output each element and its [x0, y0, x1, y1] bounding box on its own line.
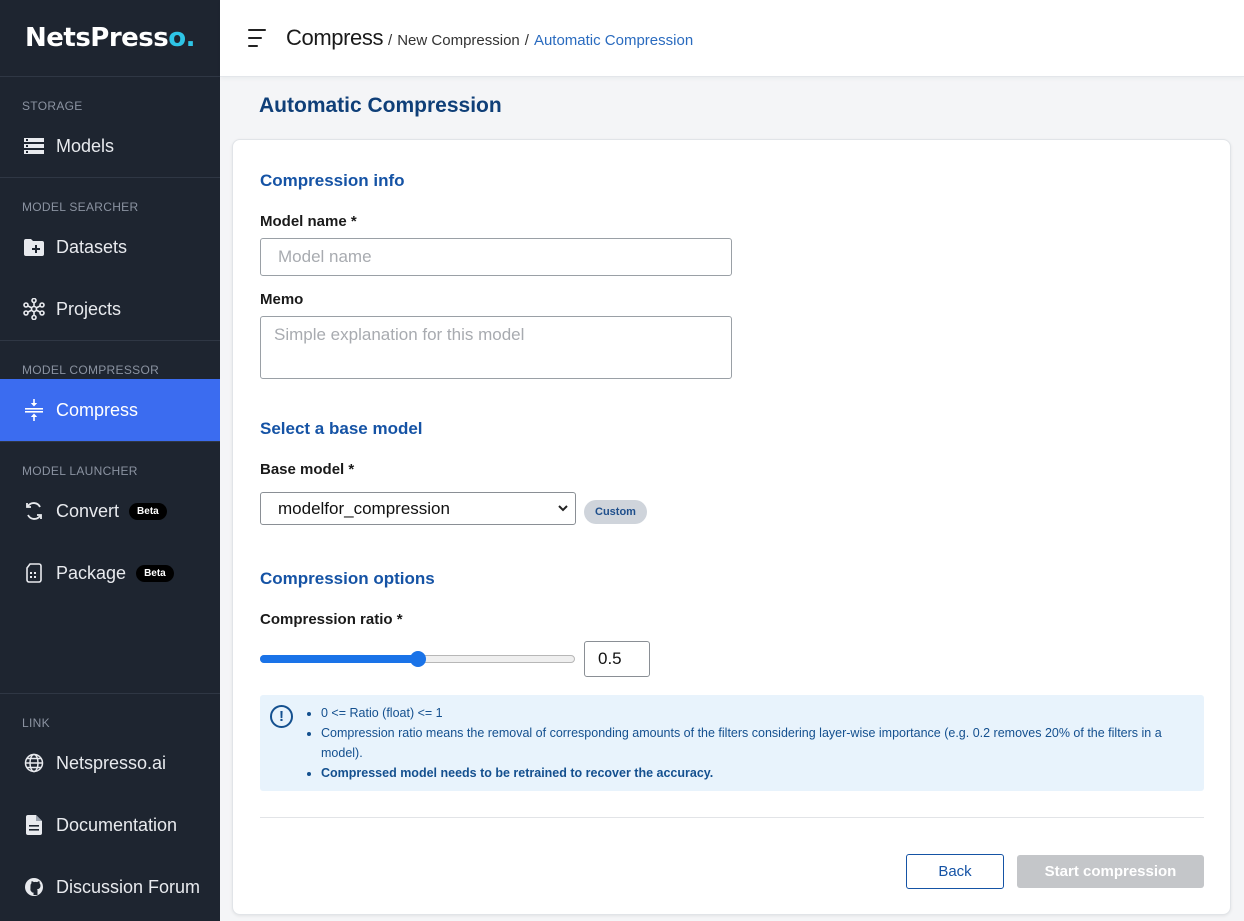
sidebar-item-netspresso-ai[interactable]: Netspresso.ai	[0, 732, 220, 794]
sidebar-section-model-launcher: MODEL LAUNCHER Convert Beta Package Beta	[0, 442, 220, 604]
info-box: ! 0 <= Ratio (float) <= 1 Compression ra…	[260, 695, 1204, 791]
page-title: Automatic Compression	[259, 94, 502, 117]
model-name-label: Model name *	[260, 213, 357, 230]
beta-badge: Beta	[129, 502, 167, 520]
breadcrumb-compress[interactable]: Compress	[286, 25, 383, 51]
base-model-selected-value: modelfor_compression	[278, 498, 450, 518]
compression-ratio-label: Compression ratio *	[260, 611, 403, 628]
section-title: STORAGE	[22, 99, 83, 113]
sidebar-item-documentation[interactable]: Documentation	[0, 794, 220, 856]
beta-badge: Beta	[136, 564, 174, 582]
sidebar-item-label: Convert	[56, 500, 120, 521]
chevron-down-icon	[558, 505, 568, 512]
slider-fill	[260, 655, 418, 663]
logo-text-o: o	[168, 23, 186, 53]
info-note: Compressed model needs to be retrained t…	[321, 763, 1191, 783]
package-icon	[22, 561, 46, 585]
sidebar-item-models[interactable]: Models	[0, 115, 220, 177]
memo-label: Memo	[260, 291, 304, 308]
compress-icon	[22, 398, 46, 422]
menu-icon[interactable]	[248, 29, 270, 47]
info-note: 0 <= Ratio (float) <= 1	[321, 703, 1191, 723]
sidebar-section-model-compressor: MODEL COMPRESSOR Compress	[0, 341, 220, 442]
sidebar-section-model-searcher: MODEL SEARCHER Datasets Projects	[0, 178, 220, 341]
compression-ratio-slider[interactable]	[260, 648, 575, 668]
info-icon: !	[270, 705, 293, 728]
list-icon	[22, 134, 46, 158]
sidebar-section-storage: STORAGE Models	[0, 77, 220, 178]
compression-ratio-value: 0.5	[598, 649, 622, 668]
network-icon	[22, 297, 46, 321]
logo-text: NetsPress	[25, 23, 169, 53]
sync-icon	[22, 499, 46, 523]
sidebar-item-label: Package	[56, 562, 127, 583]
sidebar-item-label: Compress	[56, 399, 139, 420]
top-bar: Compress / New Compression / Automatic C…	[220, 0, 1244, 77]
sidebar-section-link: LINK Netspresso.ai Documentation Discuss…	[0, 693, 220, 918]
section-title: LINK	[22, 716, 50, 730]
compression-info-heading: Compression info	[260, 171, 405, 190]
slider-thumb[interactable]	[409, 651, 426, 667]
sidebar-item-label: Documentation	[56, 814, 178, 835]
sidebar-item-discussion-forum[interactable]: Discussion Forum	[0, 856, 220, 918]
model-name-input[interactable]	[260, 238, 732, 276]
github-icon	[22, 875, 46, 899]
info-note: Compression ratio means the removal of c…	[321, 723, 1191, 763]
memo-textarea[interactable]	[260, 316, 732, 379]
logo-dot: .	[185, 23, 196, 53]
document-icon	[22, 813, 46, 837]
sidebar-item-label: Models	[56, 135, 115, 156]
sidebar-item-label: Netspresso.ai	[56, 752, 167, 773]
breadcrumb-separator: /	[524, 32, 529, 49]
section-title: MODEL SEARCHER	[22, 200, 139, 214]
sidebar-item-label: Discussion Forum	[56, 876, 201, 897]
sidebar-item-compress[interactable]: Compress	[0, 379, 220, 441]
base-model-select[interactable]: modelfor_compression	[260, 492, 576, 525]
sidebar-item-label: Datasets	[56, 236, 128, 257]
info-notes: 0 <= Ratio (float) <= 1 Compression rati…	[321, 703, 1191, 783]
sidebar: NetsPress o. STORAGE Models MODEL SEARCHE…	[0, 0, 220, 921]
sidebar-item-label: Projects	[56, 298, 122, 319]
back-button[interactable]: Back	[906, 854, 1004, 889]
start-compression-button[interactable]: Start compression	[1017, 855, 1204, 888]
folder-plus-icon	[22, 235, 46, 259]
compression-ratio-input[interactable]: 0.5	[584, 641, 650, 677]
base-model-heading: Select a base model	[260, 419, 423, 438]
compression-options-heading: Compression options	[260, 569, 435, 588]
compression-form-card: Compression info Model name * Memo Selec…	[232, 139, 1231, 915]
breadcrumb-separator: /	[388, 32, 393, 49]
sidebar-item-datasets[interactable]: Datasets	[0, 216, 220, 278]
divider	[260, 817, 1204, 818]
section-title: MODEL COMPRESSOR	[22, 363, 160, 377]
netspresso-logo[interactable]: NetsPress o.	[0, 0, 220, 77]
breadcrumb-new-compression[interactable]: New Compression	[397, 32, 520, 49]
custom-badge: Custom	[584, 500, 647, 524]
section-title: MODEL LAUNCHER	[22, 464, 138, 478]
breadcrumb: Compress / New Compression / Automatic C…	[286, 25, 693, 51]
sidebar-item-package[interactable]: Package Beta	[0, 542, 220, 604]
globe-icon	[22, 751, 46, 775]
sidebar-item-convert[interactable]: Convert Beta	[0, 480, 220, 542]
breadcrumb-current: Automatic Compression	[533, 32, 694, 49]
sidebar-item-projects[interactable]: Projects	[0, 278, 220, 340]
base-model-label: Base model *	[260, 461, 355, 478]
